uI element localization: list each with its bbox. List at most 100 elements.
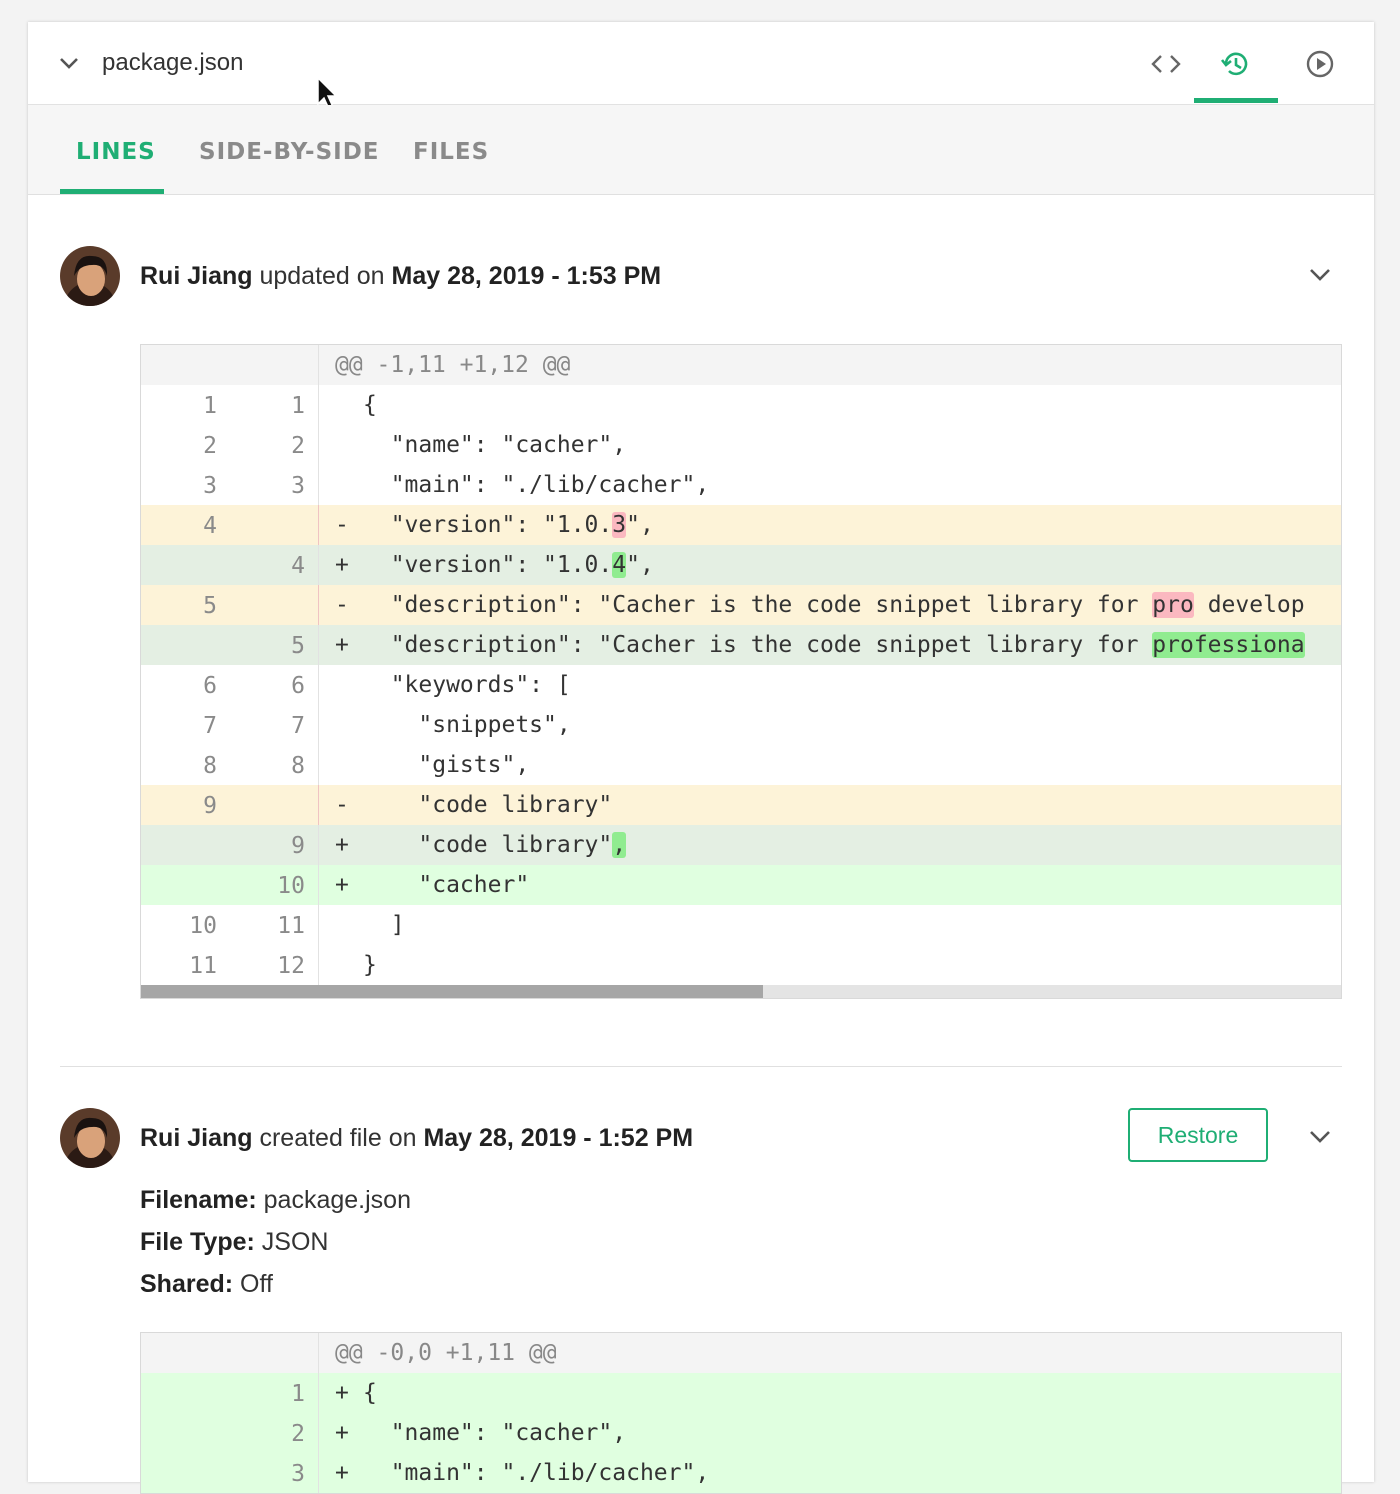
- horizontal-scrollbar[interactable]: [141, 985, 1341, 998]
- changed-text-highlight: 4: [612, 552, 627, 578]
- diff-line: 9 + "code library",: [141, 825, 1341, 865]
- diff-sign: [335, 665, 363, 705]
- diff-line: 2 2 "name": "cacher",: [141, 425, 1341, 465]
- play-icon[interactable]: [1300, 44, 1340, 84]
- diff-line: 11 12 }: [141, 945, 1341, 985]
- diff-view: @@ -0,0 +1,11 @@ 1 +{2 + "name": "cacher",…: [140, 1332, 1342, 1494]
- diff-line: 2 + "name": "cacher",: [141, 1413, 1341, 1453]
- diff-code: "gists",: [319, 745, 1341, 785]
- scrollbar-thumb[interactable]: [141, 985, 763, 998]
- code-text: }: [363, 952, 377, 978]
- restore-button[interactable]: Restore: [1128, 1108, 1268, 1162]
- chevron-down-icon[interactable]: [1308, 1124, 1332, 1148]
- meta-label: File Type:: [140, 1228, 255, 1256]
- diff-code: }: [319, 945, 1341, 985]
- code-text: "code library": [363, 832, 613, 858]
- entry-date: May 28, 2019 - 1:53 PM: [391, 262, 662, 290]
- view-tabs: LINES SIDE-BY-SIDE FILES: [28, 105, 1374, 195]
- code-text: {: [363, 1380, 377, 1406]
- history-icon[interactable]: [1216, 44, 1256, 84]
- hunk-header: @@ -1,11 +1,12 @@: [141, 345, 1341, 385]
- old-line-number: 10: [189, 913, 217, 939]
- diff-sign: -: [335, 512, 349, 538]
- diff-code: - "version": "1.0.3",: [319, 505, 1341, 545]
- diff-code: "main": "./lib/cacher",: [319, 465, 1341, 505]
- chevron-down-icon[interactable]: [58, 52, 80, 74]
- new-line-number: 9: [291, 833, 305, 859]
- old-line-number: 11: [189, 953, 217, 979]
- code-text: develop: [1193, 592, 1305, 618]
- changed-text-highlight: 3: [612, 512, 627, 538]
- new-line-number: 7: [291, 713, 305, 739]
- meta-value: JSON: [254, 1228, 329, 1256]
- diff-sign: [335, 425, 363, 465]
- diff-line: 3 + "main": "./lib/cacher",: [141, 1453, 1341, 1493]
- diff-sign: +: [335, 552, 349, 578]
- old-line-number: 2: [203, 433, 217, 459]
- diff-line: 5 - "description": "Cacher is the code sn…: [141, 585, 1341, 625]
- diff-sign: +: [335, 1460, 349, 1486]
- old-line-number: 8: [203, 753, 217, 779]
- diff-sign: [335, 945, 363, 985]
- file-header: package.json: [28, 22, 1374, 111]
- new-line-number: 2: [291, 433, 305, 459]
- diff-line: 7 7 "snippets",: [141, 705, 1341, 745]
- code-text: "gists",: [363, 752, 530, 778]
- diff-sign: +: [335, 632, 349, 658]
- chevron-down-icon[interactable]: [1308, 262, 1332, 286]
- author-name: Rui Jiang: [140, 262, 253, 290]
- new-line-number: 1: [291, 1381, 305, 1407]
- diff-sign: -: [335, 792, 349, 818]
- diff-sign: -: [335, 592, 349, 618]
- old-line-number: 6: [203, 673, 217, 699]
- diff-line: 10 + "cacher": [141, 865, 1341, 905]
- meta-label: Shared:: [140, 1270, 234, 1298]
- old-line-number: 1: [203, 393, 217, 419]
- new-line-number: 6: [291, 673, 305, 699]
- file-history-card: package.json LINES SIDE-BY-SIDE FILES Ru…: [28, 22, 1374, 1494]
- diff-code: "snippets",: [319, 705, 1341, 745]
- entry-action: created file on: [252, 1124, 424, 1152]
- tab-lines[interactable]: LINES: [76, 139, 156, 165]
- new-line-number: 1: [291, 393, 305, 419]
- diff-code: +{: [319, 1373, 1341, 1413]
- diff-code: "keywords": [: [319, 665, 1341, 705]
- code-text: "description": "Cacher is the code snipp…: [363, 632, 1153, 658]
- avatar: [60, 246, 120, 306]
- active-tab-indicator: [60, 189, 164, 194]
- diff-code: - "code library": [319, 785, 1341, 825]
- entry-action: updated on: [252, 262, 392, 290]
- meta-label: Filename:: [140, 1186, 257, 1214]
- active-icon-indicator: [1194, 98, 1278, 103]
- tab-files[interactable]: FILES: [413, 139, 489, 165]
- diff-code: "name": "cacher",: [319, 425, 1341, 465]
- new-line-number: 5: [291, 633, 305, 659]
- diff-sign: [335, 705, 363, 745]
- diff-code: + "main": "./lib/cacher",: [319, 1453, 1341, 1493]
- diff-sign: [335, 385, 363, 425]
- code-text: ",: [626, 552, 654, 578]
- code-text: ",: [626, 512, 654, 538]
- diff-sign: +: [335, 872, 349, 898]
- code-text: ]: [363, 912, 405, 938]
- file-name: package.json: [102, 49, 244, 76]
- meta-value: Off: [233, 1270, 273, 1298]
- meta-shared: Shared: Off: [140, 1270, 273, 1299]
- diff-code: + "code library",: [319, 825, 1341, 865]
- new-line-number: 11: [277, 913, 305, 939]
- diff-code: + "cacher": [319, 865, 1341, 905]
- history-entry-header: Rui Jiang updated on May 28, 2019 - 1:53…: [60, 246, 1342, 308]
- diff-code: ]: [319, 905, 1341, 945]
- tab-side-by-side[interactable]: SIDE-BY-SIDE: [199, 139, 380, 165]
- entry-summary: Rui Jiang created file on May 28, 2019 -…: [140, 1124, 693, 1153]
- code-text: "cacher": [363, 872, 530, 898]
- old-line-number: 7: [203, 713, 217, 739]
- hunk-range: @@ -1,11 +1,12 @@: [335, 352, 571, 378]
- meta-value: package.json: [256, 1186, 411, 1214]
- code-icon[interactable]: [1130, 44, 1186, 84]
- new-line-number: 10: [277, 873, 305, 899]
- code-text: "snippets",: [363, 712, 571, 738]
- code-text: "name": "cacher",: [363, 1420, 627, 1446]
- entry-date: May 28, 2019 - 1:52 PM: [423, 1124, 694, 1152]
- diff-line: 1 1 {: [141, 385, 1341, 425]
